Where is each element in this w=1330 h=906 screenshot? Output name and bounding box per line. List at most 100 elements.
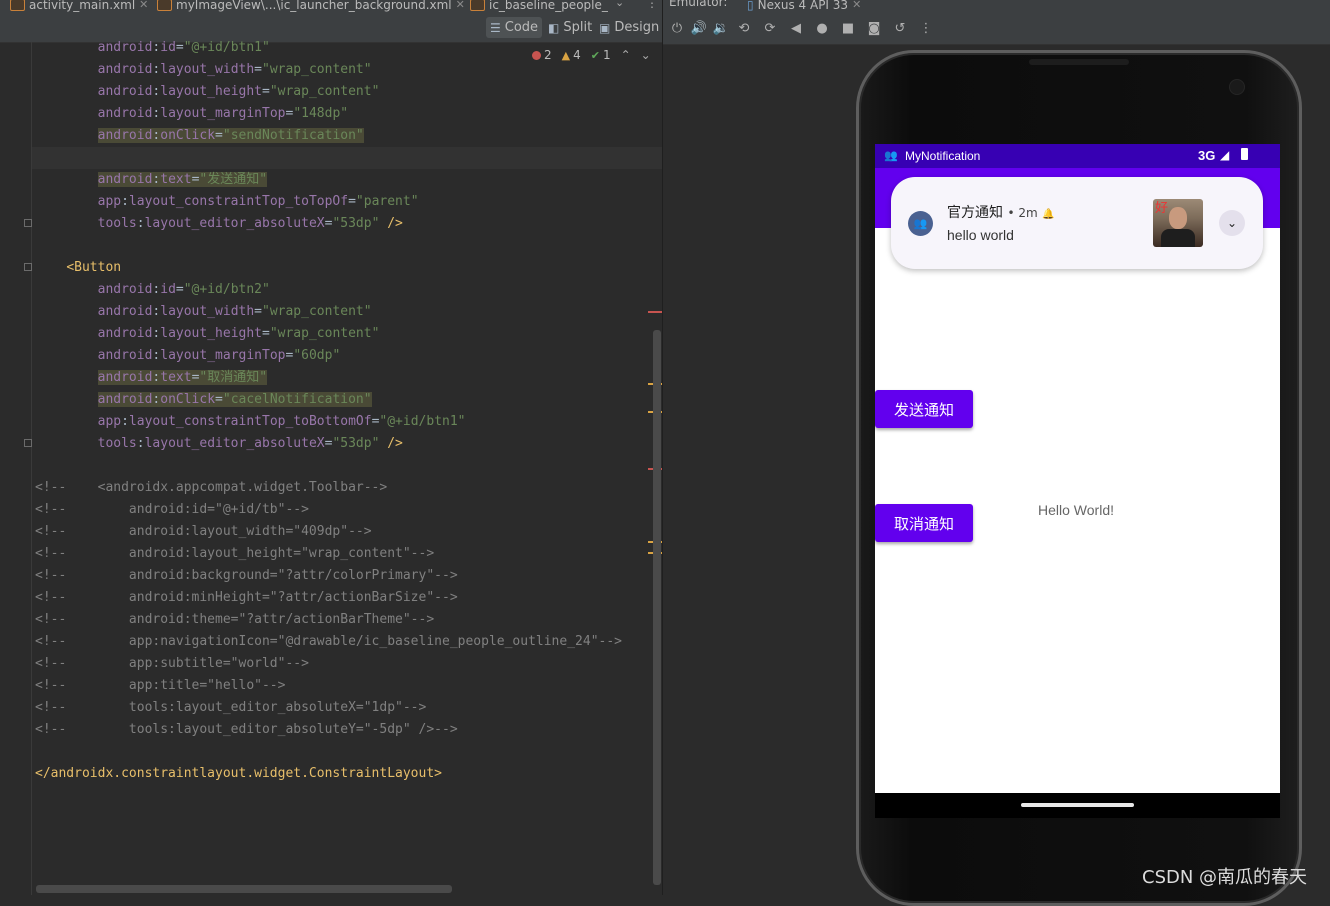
code-line[interactable]: android:layout_height="wrap_content" xyxy=(35,323,380,345)
code-line[interactable]: app:layout_constraintTop_toTopOf="parent… xyxy=(35,191,419,213)
heads-up-notification[interactable]: 👥 官方通知 • 2m 🔔 hello world 好 ⌄ xyxy=(891,177,1263,269)
notification-title: 官方通知 xyxy=(947,205,1003,221)
code-token: = xyxy=(254,304,262,319)
code-line[interactable]: <!-- app:subtitle="world"--> xyxy=(35,653,309,675)
code-token: android xyxy=(97,348,153,363)
code-token: android xyxy=(97,172,153,187)
split-view-button[interactable]: ◧ Split xyxy=(544,17,596,38)
volume-down-icon[interactable]: 🔉 xyxy=(712,20,730,38)
code-line[interactable]: android:layout_marginTop="60dp" xyxy=(35,345,341,367)
chevron-up-icon[interactable]: ⌃ xyxy=(621,48,631,62)
code-token: "53dp" xyxy=(332,216,380,231)
code-editor-pane: activity_main.xml ✕ myImageView\...\ic_l… xyxy=(0,0,662,895)
inspection-widget[interactable]: 2 ▲ 4 ✔ 1 ⌃ ⌄ xyxy=(532,46,651,64)
code-line[interactable]: android:layout_width="wrap_content" xyxy=(35,59,372,81)
code-line[interactable]: <!-- android:minHeight="?attr/actionBarS… xyxy=(35,587,458,609)
tab-ic-baseline-people[interactable]: ic_baseline_people_ xyxy=(470,0,608,14)
xml-file-icon xyxy=(10,0,25,11)
code-line[interactable]: android:id="@+id/btn1" xyxy=(35,37,270,59)
warning-count[interactable]: ▲ 4 xyxy=(562,48,581,62)
code-line[interactable]: <!-- android:layout_height="wrap_content… xyxy=(35,543,434,565)
code-line[interactable]: app:layout_constraintTop_toBottomOf="@+i… xyxy=(35,411,466,433)
code-line[interactable]: android:layout_marginTop="148dp" xyxy=(35,103,348,125)
code-token: android xyxy=(97,84,153,99)
code-token: "sendNotification" xyxy=(222,128,364,143)
code-line[interactable]: android:onClick="cacelNotification" xyxy=(35,389,372,411)
code-line[interactable]: android:layout_height="wrap_content" xyxy=(35,81,380,103)
error-stripe-marker[interactable] xyxy=(648,311,662,313)
code-token: <!-- app:title="hello"--> xyxy=(35,678,286,693)
code-line[interactable]: android:layout_width="wrap_content" xyxy=(35,301,372,323)
code-line[interactable]: tools:layout_editor_absoluteX="53dp" /> xyxy=(35,433,403,455)
code-line[interactable]: <Button xyxy=(35,257,121,279)
code-token: layout_width xyxy=(160,304,255,319)
close-icon[interactable]: ✕ xyxy=(456,0,465,11)
code-line[interactable]: <!-- android:background="?attr/colorPrim… xyxy=(35,565,458,587)
home-icon[interactable]: ● xyxy=(813,20,831,38)
code-line[interactable]: android:text="取消通知" xyxy=(35,367,268,389)
code-line[interactable]: android:onClick="sendNotification" xyxy=(35,125,364,147)
code-line[interactable]: <!-- tools:layout_editor_absoluteY="-5dp… xyxy=(35,719,458,741)
error-icon xyxy=(532,50,541,60)
close-icon[interactable]: ✕ xyxy=(139,0,148,11)
screenshot-icon[interactable]: ◙ xyxy=(865,20,883,38)
code-line[interactable]: <!-- android:layout_width="409dp"--> xyxy=(35,521,372,543)
chevron-down-icon[interactable]: ⌄ xyxy=(641,48,651,62)
phone-screen[interactable]: 👥 MyNotification 3G ◢ 👥 官方通知 • 2m 🔔 hell… xyxy=(875,144,1280,818)
chevron-down-icon: ⌄ xyxy=(1226,216,1238,230)
fold-marker-icon[interactable] xyxy=(24,263,32,271)
code-token: = xyxy=(175,40,184,55)
code-line[interactable]: </androidx.constraintlayout.widget.Const… xyxy=(35,763,442,785)
snapshot-icon[interactable]: ↺ xyxy=(891,20,909,38)
back-icon[interactable]: ◀ xyxy=(787,20,805,38)
cancel-notification-button[interactable]: 取消通知 xyxy=(875,504,973,542)
code-token: layout_constraintTop_toTopOf xyxy=(128,194,349,209)
code-line[interactable]: tools:layout_editor_absoluteX="53dp" /> xyxy=(35,213,403,235)
tab-device[interactable]: ▯ Nexus 4 API 33 ✕ xyxy=(747,0,861,14)
code-token: /> xyxy=(379,436,403,451)
code-line[interactable]: <!-- <androidx.appcompat.widget.Toolbar-… xyxy=(35,477,387,499)
hello-world-text: Hello World! xyxy=(1038,502,1114,518)
vertical-scrollbar[interactable] xyxy=(653,330,661,885)
rotate-left-icon[interactable]: ⟲ xyxy=(735,20,753,38)
code-token: "发送通知" xyxy=(199,172,268,187)
code-token: "@+id/btn1" xyxy=(379,414,466,429)
code-line[interactable]: <!-- app:title="hello"--> xyxy=(35,675,285,697)
code-line[interactable]: android:id="@+id/btn2" xyxy=(35,279,270,301)
code-token: id xyxy=(160,40,176,55)
power-icon[interactable]: ⏻ xyxy=(668,20,686,38)
error-count[interactable]: 2 xyxy=(532,48,552,62)
code-line[interactable]: <!-- app:navigationIcon="@drawable/ic_ba… xyxy=(35,631,622,653)
ok-count[interactable]: ✔ 1 xyxy=(591,48,611,62)
fold-marker-icon[interactable] xyxy=(24,439,32,447)
battery-icon xyxy=(1241,148,1248,160)
fold-marker-icon[interactable] xyxy=(24,219,32,227)
expand-button[interactable]: ⌄ xyxy=(1219,210,1245,236)
code-token: tools xyxy=(97,436,137,451)
close-icon[interactable]: ✕ xyxy=(852,0,861,11)
code-line[interactable]: android:text="发送通知" xyxy=(35,169,268,191)
status-bar: 👥 MyNotification 3G ◢ xyxy=(875,144,1280,168)
overview-icon[interactable]: ■ xyxy=(839,20,857,38)
code-line[interactable]: <!-- tools:layout_editor_absoluteX="1dp"… xyxy=(35,697,426,719)
more-icon[interactable]: ⋮ xyxy=(917,20,935,38)
code-token: <!-- android:background="?attr/colorPrim… xyxy=(35,568,458,583)
tab-launcher-background[interactable]: myImageView\...\ic_launcher_background.x… xyxy=(157,0,465,14)
tab-activity-main[interactable]: activity_main.xml ✕ xyxy=(10,0,148,14)
code-view-button[interactable]: ☰ Code xyxy=(486,17,543,38)
send-notification-button[interactable]: 发送通知 xyxy=(875,390,973,428)
design-view-button[interactable]: ▣ Design xyxy=(595,17,662,38)
code-line[interactable]: <!-- android:theme="?attr/actionBarTheme… xyxy=(35,609,434,631)
gesture-handle[interactable] xyxy=(1021,803,1134,807)
code-token: text xyxy=(160,370,192,385)
xml-file-icon xyxy=(157,0,172,11)
volume-up-icon[interactable]: 🔊 xyxy=(690,20,708,38)
more-icon[interactable]: ⋮ xyxy=(646,0,658,10)
code-token: <!-- android:layout_height="wrap_content… xyxy=(35,546,435,561)
editor-tab-bar: activity_main.xml ✕ myImageView\...\ic_l… xyxy=(0,0,662,14)
code-line[interactable]: <!-- android:id="@+id/tb"--> xyxy=(35,499,309,521)
horizontal-scrollbar[interactable] xyxy=(36,885,452,893)
chevron-down-icon[interactable]: ⌄ xyxy=(615,0,624,9)
notification-text: hello world xyxy=(947,227,1014,243)
rotate-right-icon[interactable]: ⟳ xyxy=(761,20,779,38)
